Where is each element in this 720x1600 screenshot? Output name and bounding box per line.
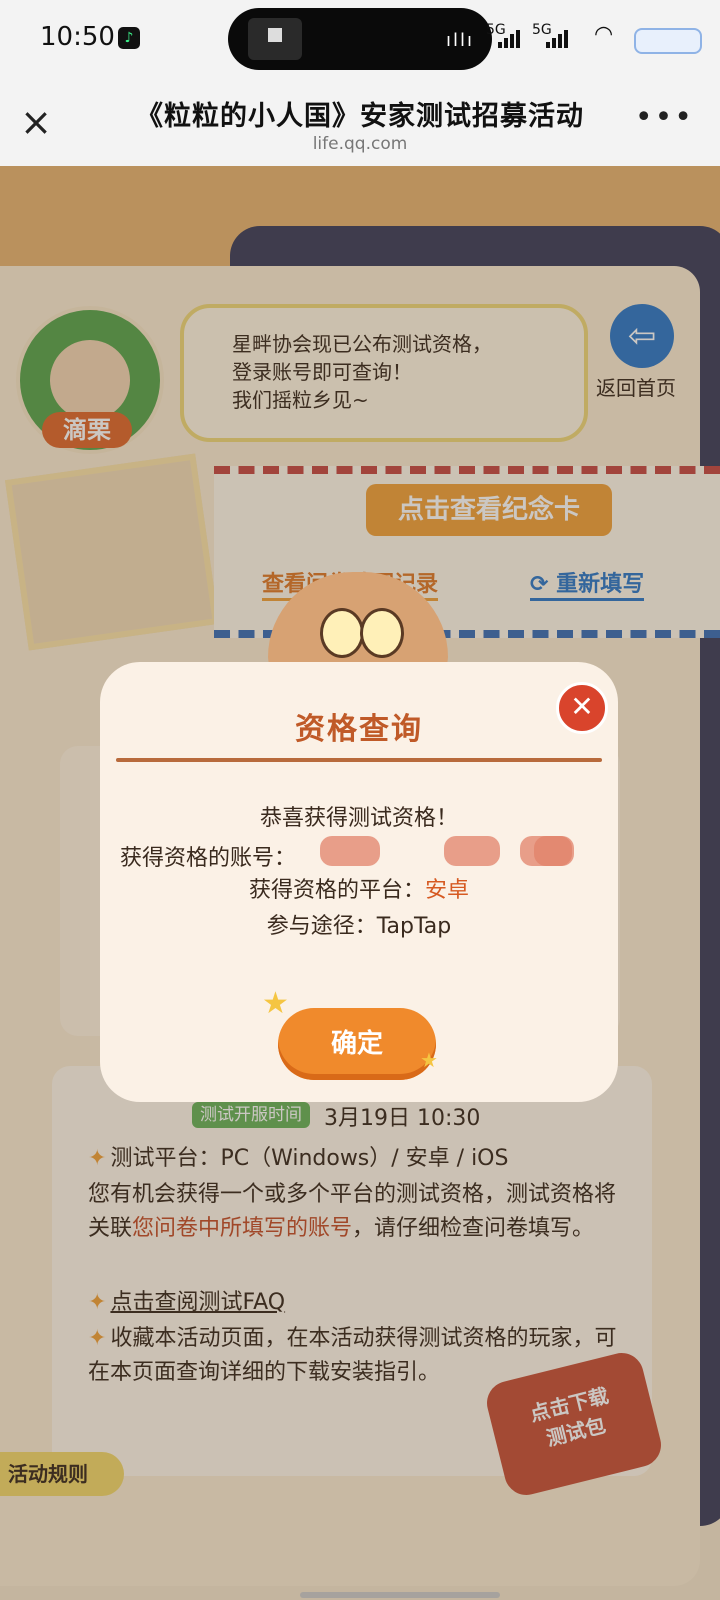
clock: 10:50: [40, 22, 115, 52]
battery-icon: [634, 28, 702, 54]
platform-value: 安卓: [425, 878, 470, 903]
route-row: 参与途径：TapTap: [100, 908, 618, 940]
confirm-button[interactable]: 确定: [278, 1008, 436, 1080]
qualification-dialog: ✕ 资格查询 恭喜获得测试资格！ 获得资格的账号： 获得资格的平台：安卓 参与途…: [100, 662, 618, 1102]
dialog-title: 资格查询: [295, 712, 423, 747]
redacted-account: [534, 836, 574, 866]
wifi-icon: ◠: [594, 22, 614, 47]
congrats-text: 恭喜获得测试资格！: [259, 806, 458, 831]
audio-wave-icon: ıllı: [445, 30, 474, 51]
status-bar: 10:50 ♪ ıllı 5G 5G ◠: [0, 0, 720, 80]
webview-header: × 《粒粒的小人国》安家测试招募活动 life.qq.com •••: [0, 80, 720, 167]
page-title: 《粒粒的小人国》安家测试招募活动: [136, 101, 584, 132]
music-app-icon: ♪: [118, 27, 140, 49]
media-thumbnail: [248, 18, 302, 60]
dynamic-island[interactable]: ıllı: [228, 8, 492, 70]
platform-label: 获得资格的平台：: [248, 878, 425, 903]
account-label: 获得资格的账号：: [120, 846, 297, 871]
redacted-account: [444, 836, 500, 866]
route-label: 参与途径：: [266, 914, 377, 939]
redacted-account: [320, 836, 380, 866]
platform-row: 获得资格的平台：安卓: [100, 872, 618, 904]
cat-eye: [360, 608, 404, 658]
route-value: TapTap: [376, 914, 452, 939]
star-icon: ★: [420, 1048, 438, 1072]
cat-eye: [320, 608, 364, 658]
signal-icon-1: [498, 28, 524, 48]
page-url: life.qq.com: [312, 134, 408, 154]
title-divider: [116, 758, 602, 762]
signal-icon-2: [546, 28, 572, 48]
more-icon[interactable]: •••: [635, 100, 694, 135]
star-icon: ★: [262, 986, 289, 1021]
